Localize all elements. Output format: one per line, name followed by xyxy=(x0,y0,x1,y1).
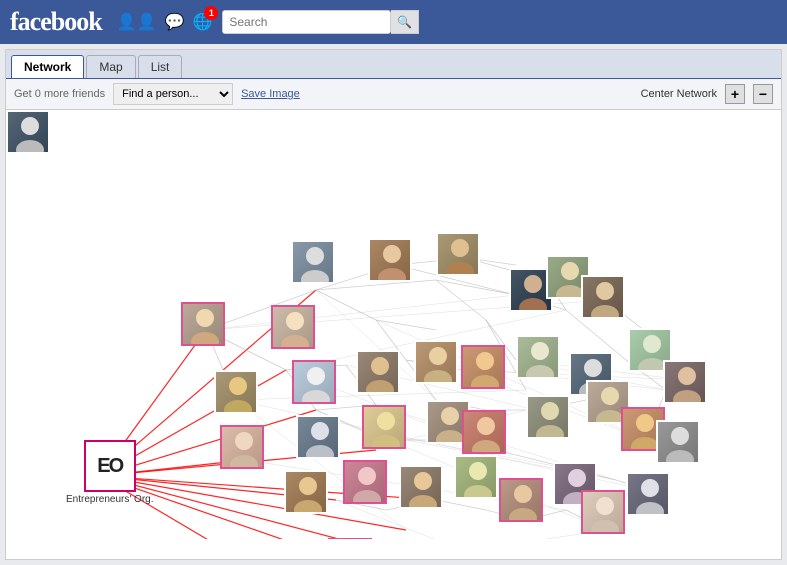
profile-node[interactable] xyxy=(581,275,625,319)
profile-node[interactable] xyxy=(362,405,406,449)
profile-node[interactable] xyxy=(214,370,258,414)
profile-node[interactable] xyxy=(462,410,506,454)
facebook-logo: facebook xyxy=(10,7,102,37)
search-form: 🔍 xyxy=(222,10,419,34)
tab-list[interactable]: List xyxy=(138,55,183,78)
search-input[interactable] xyxy=(222,10,391,34)
profile-node[interactable] xyxy=(181,302,225,346)
profile-node[interactable] xyxy=(356,350,400,394)
friends-icon[interactable]: 👤👤 xyxy=(117,12,157,32)
messages-icon[interactable]: 💬 xyxy=(165,12,185,32)
zoom-out-button[interactable]: − xyxy=(753,84,773,104)
profile-node[interactable] xyxy=(499,478,543,522)
tab-bar: Network Map List xyxy=(6,50,781,79)
profile-node[interactable] xyxy=(526,395,570,439)
profile-node[interactable] xyxy=(284,470,328,514)
profile-node[interactable] xyxy=(663,360,707,404)
network-toolbar: Get 0 more friends Find a person... Save… xyxy=(6,79,781,110)
profile-node[interactable] xyxy=(626,472,670,516)
eo-label: Entrepreneurs' Org. xyxy=(66,494,154,505)
eo-logo: EO xyxy=(84,440,136,492)
profile-node[interactable] xyxy=(291,240,335,284)
profile-node[interactable] xyxy=(296,415,340,459)
notification-badge: 1 xyxy=(204,6,218,20)
get-friends-label: Get 0 more friends xyxy=(14,88,105,100)
profile-node[interactable] xyxy=(454,455,498,499)
profile-node[interactable] xyxy=(656,420,700,464)
notifications-icon[interactable]: 🌐 1 xyxy=(192,12,212,32)
profile-node[interactable] xyxy=(343,460,387,504)
profile-node[interactable] xyxy=(328,538,372,539)
find-person-dropdown[interactable]: Find a person... xyxy=(113,83,233,105)
search-button[interactable]: 🔍 xyxy=(391,10,419,34)
profile-node[interactable] xyxy=(414,340,458,384)
profile-node[interactable] xyxy=(461,345,505,389)
nav-icons: 👤👤 💬 🌐 1 xyxy=(117,12,213,32)
profile-node[interactable] xyxy=(6,110,50,154)
main-content: Network Map List Get 0 more friends Find… xyxy=(5,49,782,560)
profile-node[interactable] xyxy=(581,490,625,534)
top-navigation-bar: facebook 👤👤 💬 🌐 1 🔍 xyxy=(0,0,787,44)
profile-node[interactable] xyxy=(368,238,412,282)
save-image-button[interactable]: Save Image xyxy=(241,88,300,100)
eo-organization-node[interactable]: EO Entrepreneurs' Org. xyxy=(66,440,154,505)
zoom-in-button[interactable]: + xyxy=(725,84,745,104)
network-visualization: EO Entrepreneurs' Org. xyxy=(6,110,781,539)
profile-node[interactable] xyxy=(399,465,443,509)
profile-node[interactable] xyxy=(220,425,264,469)
tab-map[interactable]: Map xyxy=(86,55,135,78)
center-network-label: Center Network xyxy=(641,88,717,100)
profile-node[interactable] xyxy=(271,305,315,349)
tab-network[interactable]: Network xyxy=(11,55,84,78)
profile-node[interactable] xyxy=(516,335,560,379)
profile-node[interactable] xyxy=(436,232,480,276)
profile-node[interactable] xyxy=(292,360,336,404)
